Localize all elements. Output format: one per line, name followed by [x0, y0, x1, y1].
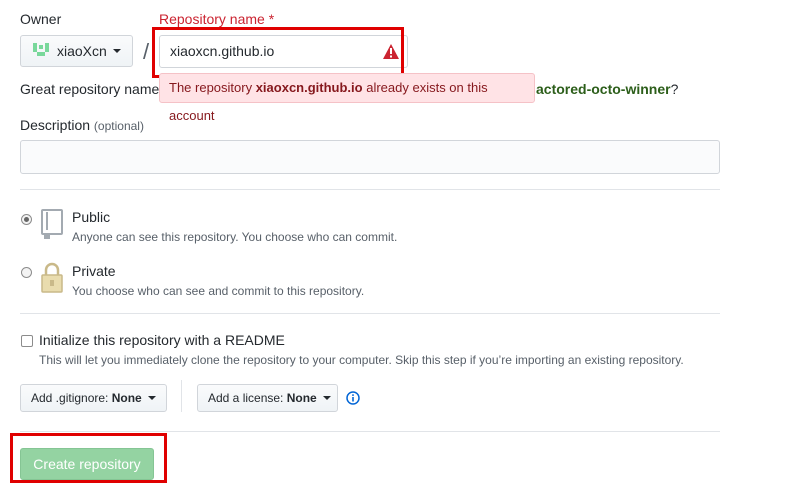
- description-label: Description (optional): [20, 117, 144, 133]
- lock-icon: [41, 262, 63, 293]
- warning-icon: [383, 44, 399, 59]
- optional-note: (optional): [93, 119, 144, 133]
- init-readme-title: Initialize this repository with a README: [39, 332, 285, 348]
- gitignore-select[interactable]: Add .gitignore: None: [20, 384, 167, 412]
- repo-name-error-tooltip: The repository xiaoxcn.github.io already…: [159, 73, 535, 123]
- owner-avatar-icon: [33, 43, 49, 59]
- license-value: None: [286, 391, 317, 405]
- public-radio[interactable]: [21, 214, 32, 225]
- init-readme-checkbox[interactable]: [21, 335, 33, 347]
- error-repo-name: xiaoxcn.github.io: [255, 80, 363, 95]
- vertical-divider: [181, 380, 182, 412]
- info-icon[interactable]: [346, 391, 360, 405]
- divider: [20, 431, 720, 432]
- repo-name-label-text: Repository name: [159, 11, 265, 27]
- chevron-down-icon: [322, 396, 331, 400]
- repo-book-icon: [41, 209, 63, 239]
- owner-repo-separator: /: [143, 39, 150, 64]
- public-title: Public: [72, 209, 111, 225]
- owner-select[interactable]: xiaoXcn: [20, 35, 133, 67]
- chevron-down-icon: [112, 49, 121, 53]
- gitignore-value: None: [111, 391, 142, 405]
- suggested-name[interactable]: actored-octo-winner: [536, 81, 671, 97]
- private-radio[interactable]: [21, 267, 32, 278]
- divider: [20, 313, 720, 314]
- private-title: Private: [72, 263, 116, 279]
- owner-label: Owner: [20, 11, 62, 27]
- description-input[interactable]: [20, 140, 720, 174]
- required-mark: *: [268, 11, 275, 27]
- description-label-text: Description: [20, 117, 91, 133]
- divider: [20, 189, 720, 190]
- highlight-box-create-button: [10, 433, 167, 483]
- private-note: You choose who can see and commit to thi…: [72, 284, 365, 298]
- repo-name-label: Repository name *: [159, 11, 274, 27]
- highlight-box-repo-name: [152, 27, 404, 78]
- suggestion-text-start: Great repository name: [20, 81, 160, 97]
- error-prefix: The repository: [169, 80, 256, 95]
- chevron-down-icon: [147, 396, 156, 400]
- suggestion-text-end: actored-octo-winner?: [536, 81, 678, 97]
- suggestion-question-mark: ?: [670, 81, 679, 97]
- owner-value: xiaoXcn: [57, 43, 107, 59]
- license-label: Add a license:: [208, 391, 284, 405]
- license-select[interactable]: Add a license: None: [197, 384, 338, 412]
- public-note: Anyone can see this repository. You choo…: [72, 230, 398, 244]
- init-readme-note: This will let you immediately clone the …: [39, 353, 684, 367]
- gitignore-label: Add .gitignore:: [31, 391, 109, 405]
